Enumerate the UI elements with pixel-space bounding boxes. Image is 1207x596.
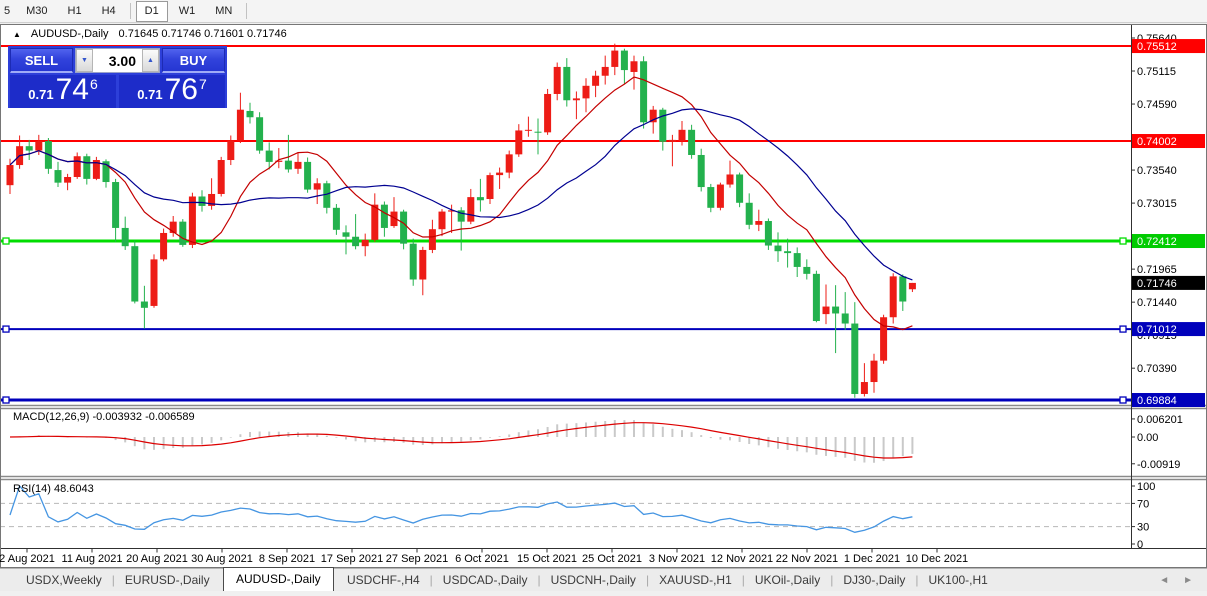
sell-price-main: 74 — [56, 75, 89, 105]
buy-price-prefix: 0.71 — [137, 87, 162, 102]
svg-text:11 Aug 2021: 11 Aug 2021 — [62, 553, 123, 565]
timeframe-toolbar: 5M30H1H4 D1W1MN — [0, 0, 1207, 23]
chart-title: ▲ AUDUSD-,Daily 0.71645 0.71746 0.71601 … — [13, 28, 287, 40]
chart-tab-audusd-daily[interactable]: AUDUSD-,Daily — [223, 567, 334, 591]
timeframe-button-W1[interactable]: W1 — [170, 1, 205, 22]
svg-text:0: 0 — [1137, 539, 1143, 551]
chart-tab-eurusd-daily[interactable]: EURUSD-,Daily — [115, 570, 220, 591]
volume-input[interactable] — [93, 49, 142, 72]
sell-button[interactable]: SELL — [10, 48, 73, 73]
svg-text:0.71746: 0.71746 — [1137, 278, 1177, 290]
svg-text:27 Sep 2021: 27 Sep 2021 — [386, 553, 448, 565]
svg-text:1 Dec 2021: 1 Dec 2021 — [844, 553, 900, 565]
svg-text:3 Nov 2021: 3 Nov 2021 — [649, 553, 705, 565]
chart-window: 0.756400.751150.745900.735400.730150.719… — [0, 24, 1207, 568]
sell-price-prefix: 0.71 — [28, 87, 53, 102]
svg-text:10 Dec 2021: 10 Dec 2021 — [906, 553, 968, 565]
svg-text:15 Oct 2021: 15 Oct 2021 — [517, 553, 577, 565]
svg-text:0.73540: 0.73540 — [1137, 165, 1177, 177]
buy-button[interactable]: BUY — [162, 48, 225, 73]
one-click-trade-panel: SELL ▼ ▲ BUY 0.71 74 6 0.71 76 7 — [8, 46, 227, 108]
chart-tab-uk100-h1[interactable]: UK100-,H1 — [918, 570, 997, 591]
volume-decrease-icon[interactable]: ▼ — [76, 49, 93, 72]
svg-text:70: 70 — [1137, 498, 1149, 510]
chart-symbol-period: AUDUSD-,Daily — [31, 28, 109, 40]
macd-indicator-label: MACD(12,26,9) -0.003932 -0.006589 — [13, 411, 195, 423]
toolbar-separator — [130, 3, 131, 19]
svg-text:0.71440: 0.71440 — [1137, 297, 1177, 309]
timeframe-button-H1[interactable]: H1 — [59, 1, 91, 22]
svg-text:0.75512: 0.75512 — [1137, 41, 1177, 53]
svg-text:-0.00919: -0.00919 — [1137, 459, 1180, 471]
svg-text:20 Aug 2021: 20 Aug 2021 — [126, 553, 188, 565]
chart-tab-xauusd-h1[interactable]: XAUUSD-,H1 — [649, 570, 742, 591]
svg-text:30: 30 — [1137, 522, 1149, 534]
svg-text:0.00: 0.00 — [1137, 432, 1158, 444]
svg-text:0.70390: 0.70390 — [1137, 363, 1177, 375]
svg-text:0.72412: 0.72412 — [1137, 236, 1177, 248]
bottom-strip — [0, 591, 1207, 596]
toolbar-separator — [246, 3, 247, 19]
svg-text:0.71965: 0.71965 — [1137, 264, 1177, 276]
volume-increase-icon[interactable]: ▲ — [142, 49, 159, 72]
buy-price-pipette: 7 — [199, 76, 207, 92]
chart-tab-ukoil-daily[interactable]: UKOil-,Daily — [745, 570, 830, 591]
collapse-arrow-icon[interactable]: ▲ — [13, 30, 21, 39]
svg-text:100: 100 — [1137, 481, 1155, 493]
svg-text:30 Aug 2021: 30 Aug 2021 — [191, 553, 253, 565]
timeframe-button-5[interactable]: 5 — [1, 1, 15, 22]
svg-text:25 Oct 2021: 25 Oct 2021 — [582, 553, 642, 565]
svg-text:0.006201: 0.006201 — [1137, 414, 1183, 426]
chart-tab-usdx-weekly[interactable]: USDX,Weekly — [16, 570, 112, 591]
timeframe-button-H4[interactable]: H4 — [93, 1, 125, 22]
timeframe-button-D1[interactable]: D1 — [136, 1, 168, 22]
buy-price-main: 76 — [165, 75, 198, 105]
volume-spinner: ▼ ▲ — [75, 48, 160, 73]
svg-text:8 Sep 2021: 8 Sep 2021 — [259, 553, 315, 565]
svg-text:6 Oct 2021: 6 Oct 2021 — [455, 553, 509, 565]
buy-price-display[interactable]: 0.71 76 7 — [119, 75, 225, 108]
mt4-application: 5M30H1H4D1W1MN 0.756400.751150.745900.73… — [0, 0, 1207, 596]
sell-price-pipette: 6 — [90, 76, 98, 92]
chart-tab-usdcad-daily[interactable]: USDCAD-,Daily — [433, 570, 538, 591]
tab-scroll-left-icon[interactable]: ◄ — [1159, 575, 1169, 586]
svg-text:0.74002: 0.74002 — [1137, 136, 1177, 148]
svg-text:22 Nov 2021: 22 Nov 2021 — [776, 553, 838, 565]
svg-text:0.69884: 0.69884 — [1137, 395, 1177, 407]
svg-text:0.75115: 0.75115 — [1137, 66, 1176, 78]
timeframe-button-M30[interactable]: M30 — [17, 1, 56, 22]
svg-text:17 Sep 2021: 17 Sep 2021 — [321, 553, 383, 565]
svg-text:0.71012: 0.71012 — [1137, 324, 1177, 336]
sell-price-display[interactable]: 0.71 74 6 — [10, 75, 116, 108]
tab-scroll-right-icon[interactable]: ► — [1183, 575, 1193, 586]
chart-tab-dj30-daily[interactable]: DJ30-,Daily — [833, 570, 915, 591]
svg-text:0.73015: 0.73015 — [1137, 198, 1177, 210]
svg-text:2 Aug 2021: 2 Aug 2021 — [0, 553, 55, 565]
chart-ohlc-values: 0.71645 0.71746 0.71601 0.71746 — [119, 28, 287, 40]
rsi-indicator-label: RSI(14) 48.6043 — [13, 483, 94, 495]
svg-text:0.74590: 0.74590 — [1137, 99, 1177, 111]
timeframe-button-MN[interactable]: MN — [206, 1, 241, 22]
chart-tab-bar: USDX,Weekly|EURUSD-,Daily AUDUSD-,Daily … — [0, 568, 1207, 591]
svg-text:12 Nov 2021: 12 Nov 2021 — [711, 553, 773, 565]
chart-tab-usdchf-h4[interactable]: USDCHF-,H4 — [337, 570, 430, 591]
chart-tab-usdcnh-daily[interactable]: USDCNH-,Daily — [541, 570, 646, 591]
